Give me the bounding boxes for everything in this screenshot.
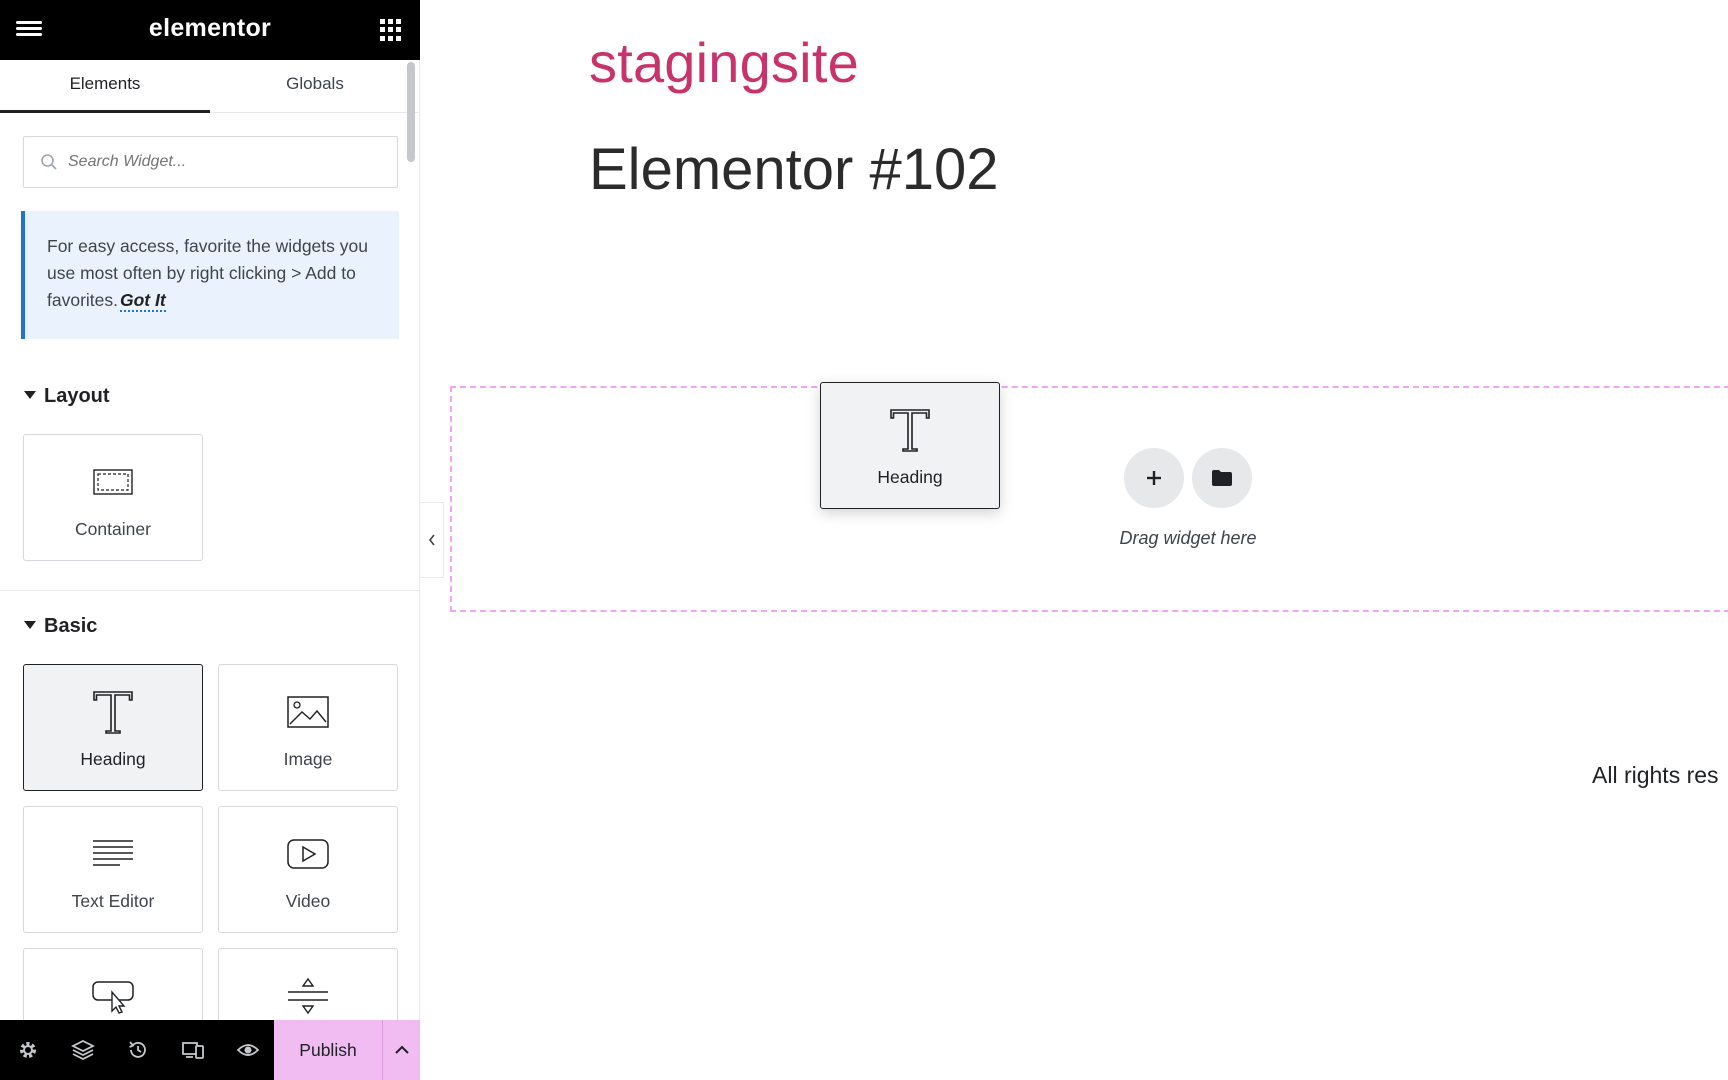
button-icon bbox=[92, 981, 134, 1014]
preview-icon bbox=[236, 1044, 259, 1056]
folder-icon bbox=[1212, 470, 1232, 486]
caret-down-icon bbox=[24, 620, 36, 629]
page-title: Elementor #102 bbox=[589, 137, 999, 202]
site-title[interactable]: stagingsite bbox=[589, 30, 859, 95]
chevron-up-icon bbox=[394, 1045, 409, 1054]
got-it-link[interactable]: Got It bbox=[120, 290, 166, 312]
panel-footer: Publish bbox=[0, 1020, 420, 1080]
chevron-left-icon bbox=[428, 534, 435, 546]
widget-panel: elementor Elements Globals For easy acce… bbox=[0, 0, 420, 1080]
divider-icon bbox=[288, 977, 328, 1015]
preview-button[interactable] bbox=[220, 1020, 275, 1080]
tab-globals[interactable]: Globals bbox=[210, 60, 420, 113]
widget-image[interactable]: Image bbox=[218, 664, 398, 791]
widget-label: Container bbox=[75, 519, 151, 539]
elementor-editor: elementor Elements Globals For easy acce… bbox=[0, 0, 1728, 1080]
history-icon bbox=[128, 1041, 146, 1058]
settings-icon bbox=[19, 1042, 36, 1058]
tab-elements[interactable]: Elements bbox=[0, 60, 210, 113]
navigator-button[interactable] bbox=[55, 1020, 110, 1080]
history-button[interactable] bbox=[110, 1020, 165, 1080]
favorites-notice-text: For easy access, favorite the widgets yo… bbox=[47, 236, 368, 310]
section-toggle-layout[interactable]: Layout bbox=[24, 385, 110, 408]
widget-heading[interactable]: Heading bbox=[23, 664, 203, 791]
widget-label: Heading bbox=[80, 749, 146, 769]
widget-label: Video bbox=[285, 891, 331, 911]
widget-text-editor[interactable]: Text Editor bbox=[23, 806, 203, 933]
add-template-button[interactable] bbox=[1192, 448, 1252, 508]
elementor-logo: elementor bbox=[148, 14, 272, 42]
collapse-panel-button[interactable] bbox=[420, 502, 444, 578]
caret-down-icon bbox=[24, 390, 36, 399]
add-section-button[interactable] bbox=[1124, 448, 1184, 508]
widget-video[interactable]: Video bbox=[218, 806, 398, 933]
panel-header: elementor bbox=[0, 0, 420, 60]
panel-scrollbar[interactable] bbox=[407, 62, 415, 162]
publish-button[interactable]: Publish bbox=[274, 1020, 382, 1080]
widget-label: Image bbox=[283, 749, 333, 769]
search-icon bbox=[41, 154, 57, 170]
dragged-heading-widget[interactable]: Heading bbox=[820, 382, 1000, 509]
section-toggle-basic[interactable]: Basic bbox=[24, 615, 97, 638]
section-title-layout: Layout bbox=[44, 385, 110, 407]
section-title-basic: Basic bbox=[44, 615, 98, 637]
search-widget-box bbox=[23, 136, 398, 188]
heading-icon bbox=[890, 409, 930, 452]
apps-grid-icon[interactable] bbox=[380, 19, 402, 41]
plus-icon bbox=[1147, 471, 1161, 485]
heading-icon bbox=[93, 691, 133, 734]
section-divider bbox=[0, 590, 420, 591]
footer-copyright: All rights res bbox=[1592, 762, 1719, 788]
widget-label: Text Editor bbox=[71, 891, 155, 911]
panel-tabs: Elements Globals bbox=[0, 60, 420, 113]
container-icon bbox=[93, 469, 133, 495]
image-icon bbox=[287, 696, 329, 728]
text-editor-icon bbox=[93, 840, 133, 866]
responsive-mode-button[interactable] bbox=[165, 1020, 220, 1080]
widget-container[interactable]: Container bbox=[23, 434, 203, 561]
settings-button[interactable] bbox=[0, 1020, 55, 1080]
layers-icon bbox=[70, 1039, 95, 1061]
drop-zone[interactable] bbox=[450, 386, 1728, 612]
widget-label: Heading bbox=[877, 467, 943, 487]
video-icon bbox=[287, 839, 329, 869]
responsive-icon bbox=[181, 1042, 204, 1059]
publish-options-button[interactable] bbox=[382, 1020, 420, 1080]
search-widget-input[interactable] bbox=[68, 137, 388, 187]
favorites-notice: For easy access, favorite the widgets yo… bbox=[21, 211, 399, 339]
drag-widget-hint: Drag widget here bbox=[1119, 528, 1257, 548]
